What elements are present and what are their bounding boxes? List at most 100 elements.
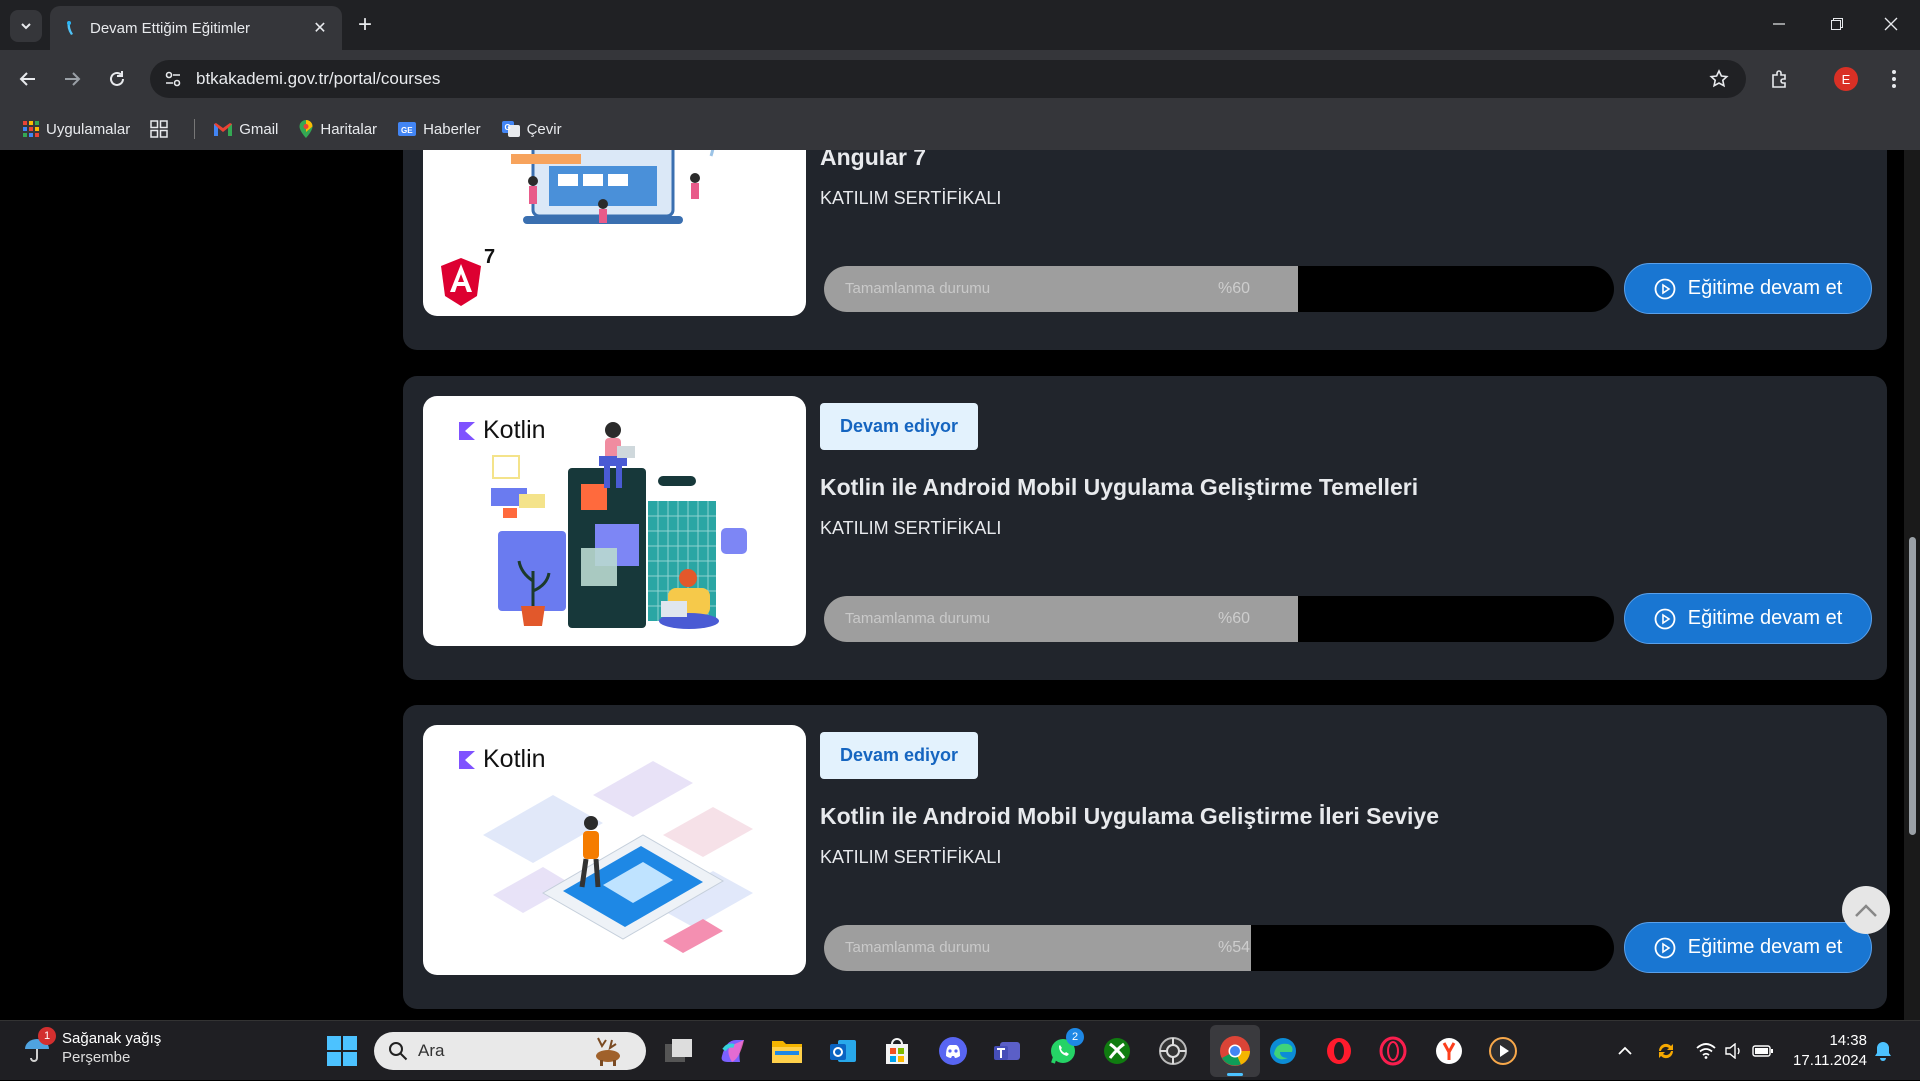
thumb-brand-label: Kotlin — [483, 745, 546, 773]
weather-widget[interactable]: 1 Sağanak yağış Perşembe — [22, 1027, 162, 1067]
course-card: Kotlin Devam ediyor Kotlin ile Android M… — [403, 705, 1887, 1009]
bookmark-maps[interactable]: Haritalar — [298, 119, 377, 139]
bookmarks-bar: Uygulamalar Gmail Haritalar GE Haberler … — [0, 108, 1920, 150]
system-tray — [1612, 1021, 1778, 1081]
continue-course-button[interactable]: Eğitime devam et — [1624, 593, 1872, 644]
close-window-button[interactable] — [1862, 0, 1920, 48]
certificate-label: KATILIM SERTİFİKALI — [820, 518, 1002, 538]
steam-like-app-icon[interactable] — [1156, 1034, 1190, 1068]
edge-icon[interactable] — [1266, 1034, 1300, 1068]
avatar: E — [1834, 67, 1858, 91]
outlook-icon[interactable] — [826, 1034, 860, 1068]
sync-icon[interactable] — [1646, 1040, 1686, 1062]
translate-icon: G — [501, 121, 520, 137]
bookmark-news[interactable]: GE Haberler — [397, 120, 481, 138]
forward-button[interactable] — [56, 63, 88, 95]
site-info-icon[interactable] — [158, 64, 188, 94]
bookmark-label: Çevir — [526, 120, 562, 138]
course-title[interactable]: Angular 7 — [820, 150, 926, 171]
course-thumbnail[interactable]: Kotlin — [423, 725, 806, 975]
bookmark-gmail[interactable]: Gmail — [213, 121, 278, 138]
page-scrollbar[interactable] — [1904, 150, 1920, 1020]
tab-strip: Devam Ettiğim Eğitimler ✕ + — [0, 0, 1920, 50]
bookmark-apps[interactable]: Uygulamalar — [22, 120, 130, 138]
extensions-button[interactable] — [1764, 63, 1796, 95]
scrollbar-thumb[interactable] — [1909, 537, 1916, 835]
reload-button[interactable] — [101, 63, 133, 95]
weather-alert-badge: 1 — [38, 1027, 56, 1045]
file-explorer-icon[interactable] — [770, 1034, 804, 1068]
search-icon — [389, 1042, 408, 1061]
restore-button[interactable] — [1808, 0, 1866, 48]
play-circle-icon — [1654, 937, 1676, 958]
puzzle-icon — [1772, 70, 1786, 88]
restore-icon — [1831, 18, 1843, 30]
svg-text:GE: GE — [401, 126, 413, 135]
reload-icon — [110, 71, 124, 86]
notification-bell-icon[interactable] — [1874, 1041, 1892, 1066]
xbox-icon[interactable] — [1100, 1034, 1134, 1068]
opera-icon[interactable] — [1322, 1034, 1356, 1068]
tab-groups-icon — [150, 120, 168, 138]
chrome-menu-button[interactable] — [1878, 63, 1910, 95]
continue-course-button[interactable]: Eğitime devam et — [1624, 263, 1872, 314]
teams-icon[interactable] — [990, 1034, 1024, 1068]
weather-condition: Sağanak yağış — [62, 1030, 162, 1047]
continue-course-label: Eğitime devam et — [1687, 277, 1843, 299]
tab-title: Devam Ettiğim Eğitimler — [90, 19, 251, 37]
progress-bar: Tamamlanma durumu %54 — [824, 925, 1614, 971]
bookmark-tab-groups[interactable] — [150, 120, 174, 138]
media-player-icon[interactable] — [1486, 1034, 1520, 1068]
active-tab[interactable]: Devam Ettiğim Eğitimler ✕ — [50, 6, 342, 50]
bookmark-label: Uygulamalar — [46, 120, 131, 138]
chevron-up-icon[interactable] — [1612, 1046, 1638, 1056]
rain-umbrella-icon: 1 — [22, 1027, 56, 1063]
minimize-icon — [1773, 23, 1785, 25]
course-thumbnail[interactable]: Kotlin — [423, 396, 806, 646]
microsoft-store-icon[interactable] — [880, 1034, 914, 1068]
active-app-indicator — [1227, 1073, 1243, 1076]
clock-date: 17.11.2024 — [1793, 1052, 1867, 1069]
profile-button[interactable]: E — [1830, 63, 1862, 95]
task-view-icon[interactable] — [662, 1034, 696, 1068]
copilot-icon[interactable] — [716, 1034, 750, 1068]
taskbar-search[interactable]: Ara — [374, 1032, 646, 1070]
bookmark-star-icon[interactable] — [1704, 64, 1734, 94]
course-title[interactable]: Kotlin ile Android Mobil Uygulama Gelişt… — [820, 474, 1418, 501]
minimize-button[interactable] — [1750, 0, 1808, 48]
page-content: 7 Angular 7 KATILIM SERTİFİKALI Tamamlan… — [0, 150, 1904, 1020]
continue-course-button[interactable]: Eğitime devam et — [1624, 922, 1872, 973]
arrow-right-icon — [65, 72, 81, 86]
chrome-taskbar-icon[interactable] — [1210, 1025, 1260, 1077]
scroll-to-top-button[interactable] — [1842, 886, 1890, 934]
status-badge: Devam ediyor — [820, 403, 979, 450]
progress-label: Tamamlanma durumu — [845, 280, 991, 297]
battery-icon[interactable] — [1748, 1044, 1778, 1058]
yandex-browser-icon[interactable] — [1432, 1034, 1466, 1068]
bookmark-separator — [194, 119, 196, 139]
new-tab-button[interactable]: + — [352, 11, 378, 38]
whatsapp-icon[interactable]: 2 — [1046, 1028, 1084, 1068]
clock[interactable]: 14:38 17.11.2024 — [1783, 1031, 1867, 1071]
opera-gx-icon[interactable] — [1376, 1034, 1410, 1068]
bookmark-translate[interactable]: G Çevir — [501, 120, 562, 138]
news-icon: GE — [398, 122, 417, 136]
course-thumbnail[interactable]: 7 — [423, 150, 806, 316]
discord-icon[interactable] — [936, 1034, 970, 1068]
maps-icon — [299, 120, 313, 138]
clock-time: 14:38 — [1829, 1032, 1867, 1049]
close-tab-icon[interactable]: ✕ — [310, 18, 330, 38]
volume-icon[interactable] — [1720, 1043, 1748, 1059]
address-bar[interactable]: btkakademi.gov.tr/portal/courses — [150, 60, 1746, 98]
start-button[interactable] — [326, 1035, 358, 1067]
back-button[interactable] — [12, 63, 44, 95]
wifi-icon[interactable] — [1692, 1043, 1720, 1059]
url-text[interactable]: btkakademi.gov.tr/portal/courses — [196, 69, 1704, 89]
thumb-brand-label: Kotlin — [483, 416, 546, 444]
browser-toolbar: btkakademi.gov.tr/portal/courses E — [0, 50, 1920, 108]
progress-bar: Tamamlanma durumu %60 — [824, 596, 1614, 642]
progress-bar: Tamamlanma durumu %60 — [824, 266, 1614, 312]
tab-search-button[interactable] — [10, 10, 42, 42]
course-title[interactable]: Kotlin ile Android Mobil Uygulama Gelişt… — [820, 803, 1439, 830]
bookmark-label: Haritalar — [320, 120, 378, 138]
